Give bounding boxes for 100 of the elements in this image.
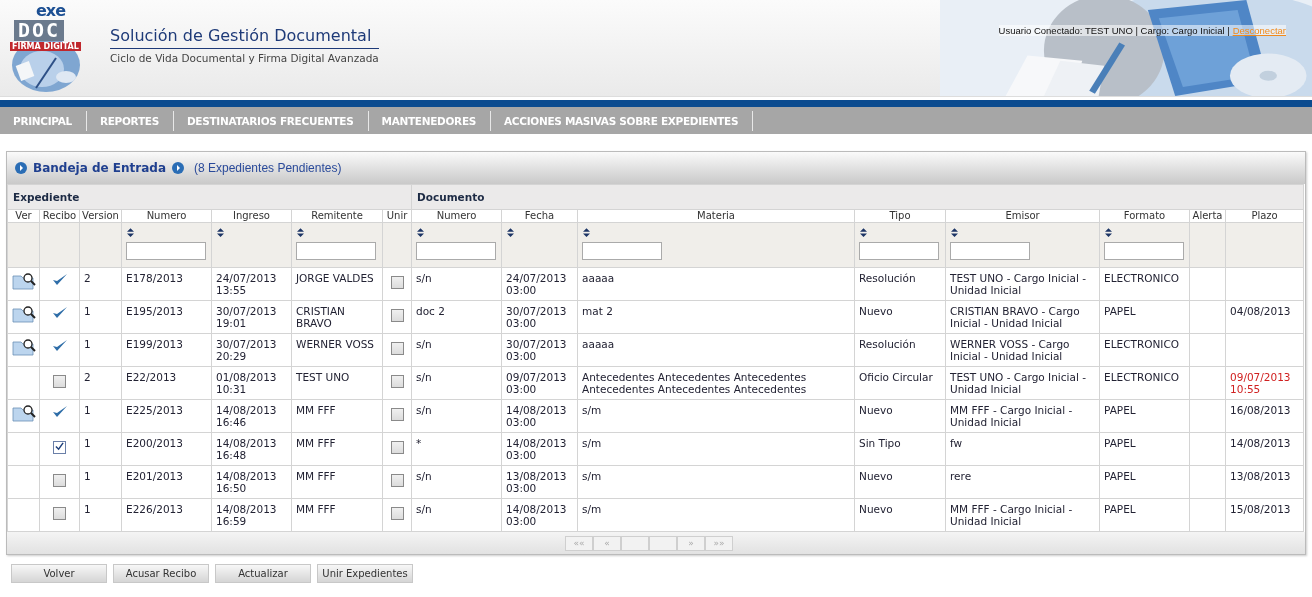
table-cell-text: fw [950, 437, 964, 449]
table-cell-text: E199/2013 [126, 338, 184, 350]
table-cell-text: Nuevo [859, 470, 894, 482]
table-cell-text: MM FFF [296, 470, 337, 482]
filter-input-field[interactable] [126, 242, 206, 260]
merge-checkbox[interactable] [390, 342, 404, 355]
folder-search-icon[interactable] [12, 305, 36, 323]
table-cell-text: PAPEL [1104, 437, 1137, 449]
table-cell-text: Oficio Circular [859, 371, 934, 383]
merge-checkbox[interactable] [390, 408, 404, 421]
column-header: Numero [436, 210, 477, 221]
checkmark-icon [51, 405, 68, 419]
panel-title: Bandeja de Entrada [33, 161, 166, 175]
merge-checkbox[interactable] [390, 507, 404, 520]
action-button[interactable]: Unir Expedientes [317, 564, 413, 583]
column-header: Remitente [311, 210, 363, 221]
table-cell-text: 15/08/2013 [1230, 503, 1292, 515]
table-cell-text: s/n [416, 470, 433, 482]
checkmark-icon [51, 306, 68, 320]
nav-menu-item[interactable]: REPORTES [86, 110, 174, 131]
receipt-checkbox[interactable] [53, 441, 66, 454]
action-button[interactable]: Acusar Recibo [113, 564, 209, 583]
table-cell-text: Resolución [859, 338, 917, 350]
table-cell-text: rere [950, 470, 973, 482]
table-cell-text: Nuevo [859, 404, 894, 416]
table-cell-text: s/m [582, 470, 603, 482]
pager-button[interactable]: » [677, 535, 705, 551]
sort-icon[interactable] [951, 228, 959, 237]
sort-icon[interactable] [860, 228, 868, 237]
app-subtitle: Ciclo de Vida Documental y Firma Digital Avanzada [110, 52, 379, 64]
action-button[interactable]: Actualizar [215, 564, 311, 583]
table-cell-text: MM FFF - Cargo Inicial - Unidad Inicial [950, 404, 1074, 428]
table-cell-text: MM FFF [296, 404, 337, 416]
table-cell-text: * [416, 437, 423, 449]
table-cell-text: s/m [582, 437, 603, 449]
table-cell-text: 01/08/2013 10:31 [216, 371, 278, 395]
filter-input-field[interactable] [296, 242, 376, 260]
arrow-circle-icon [172, 162, 184, 174]
pager-button[interactable]: »» [705, 535, 733, 551]
table-cell-text: 1 [84, 437, 92, 449]
receipt-checkbox[interactable] [53, 375, 66, 388]
folder-search-icon[interactable] [12, 404, 36, 422]
action-button[interactable]: Volver [11, 564, 107, 583]
pager-button[interactable]: «« [565, 535, 593, 551]
sort-icon[interactable] [417, 228, 425, 237]
pager-button[interactable]: « [593, 535, 621, 551]
table-cell-text: 16/08/2013 [1230, 404, 1292, 416]
table-cell-text: ELECTRONICO [1104, 371, 1180, 383]
column-header: Plazo [1251, 210, 1278, 221]
filter-input-field[interactable] [582, 242, 663, 260]
nav-menu-item[interactable]: DESTINATARIOS FRECUENTES [173, 110, 369, 131]
sort-icon[interactable] [127, 228, 134, 237]
checkmark-icon [51, 273, 68, 287]
receipt-checkbox[interactable] [53, 507, 66, 520]
pending-count: (8 Expedientes Pendientes) [194, 161, 342, 175]
filter-input-field[interactable] [1104, 242, 1185, 260]
group-header: Expediente [13, 191, 80, 203]
table-cell-text: 24/07/2013 13:55 [216, 272, 278, 296]
table-cell-text: 13/08/2013 03:00 [506, 470, 568, 494]
table-cell-text: 14/08/2013 16:50 [216, 470, 278, 494]
table-cell-text: s/n [416, 404, 433, 416]
table-cell-text: s/n [416, 338, 433, 350]
table-cell-text: 30/07/2013 20:29 [216, 338, 278, 362]
table-cell-text: PAPEL [1104, 470, 1137, 482]
table-cell-text: CRISTIAN BRAVO - Cargo Inicial - Unidad Inicial [950, 305, 1081, 329]
nav-menu-item[interactable]: PRINCIPAL [0, 110, 87, 131]
table-cell-text: 14/08/2013 03:00 [506, 404, 568, 428]
nav-menu-item[interactable]: MANTENEDORES [368, 110, 492, 131]
logout-link[interactable]: Desconectar [1232, 25, 1286, 36]
merge-checkbox[interactable] [390, 441, 404, 454]
table-cell-text: 1 [84, 338, 92, 350]
filter-input-field[interactable] [416, 242, 497, 260]
folder-search-icon[interactable] [12, 272, 36, 290]
receipt-checkbox[interactable] [53, 474, 66, 487]
table-cell-text: 04/08/2013 [1230, 305, 1292, 317]
sort-icon[interactable] [217, 228, 224, 237]
sort-icon[interactable] [507, 228, 515, 237]
column-header: Unir [386, 210, 408, 221]
group-header: Documento [417, 191, 485, 203]
table-cell-text: ELECTRONICO [1104, 338, 1180, 350]
table-cell-text: PAPEL [1104, 404, 1137, 416]
sort-icon[interactable] [583, 228, 591, 237]
nav-menu-item[interactable]: ACCIONES MASIVAS SOBRE EXPEDIENTES [491, 110, 754, 131]
column-header: Version [82, 210, 119, 221]
merge-checkbox[interactable] [390, 474, 404, 487]
column-header: Ver [15, 210, 32, 221]
table-cell-text: 14/08/2013 [1230, 437, 1292, 449]
table-cell-text: E226/2013 [126, 503, 184, 515]
merge-checkbox[interactable] [390, 309, 404, 322]
table-cell-text: 1 [84, 503, 92, 515]
folder-search-icon[interactable] [12, 338, 36, 356]
table-cell-text: TEST UNO - Cargo Inicial - Unidad Inicial [950, 272, 1087, 296]
table-cell-text: E200/2013 [126, 437, 184, 449]
sort-icon[interactable] [297, 228, 304, 237]
sort-icon[interactable] [1105, 228, 1113, 237]
filter-input-field[interactable] [950, 242, 1031, 260]
table-cell-text: 13/08/2013 [1230, 470, 1292, 482]
merge-checkbox[interactable] [390, 375, 404, 388]
merge-checkbox[interactable] [390, 276, 404, 289]
filter-input-field[interactable] [859, 242, 940, 260]
